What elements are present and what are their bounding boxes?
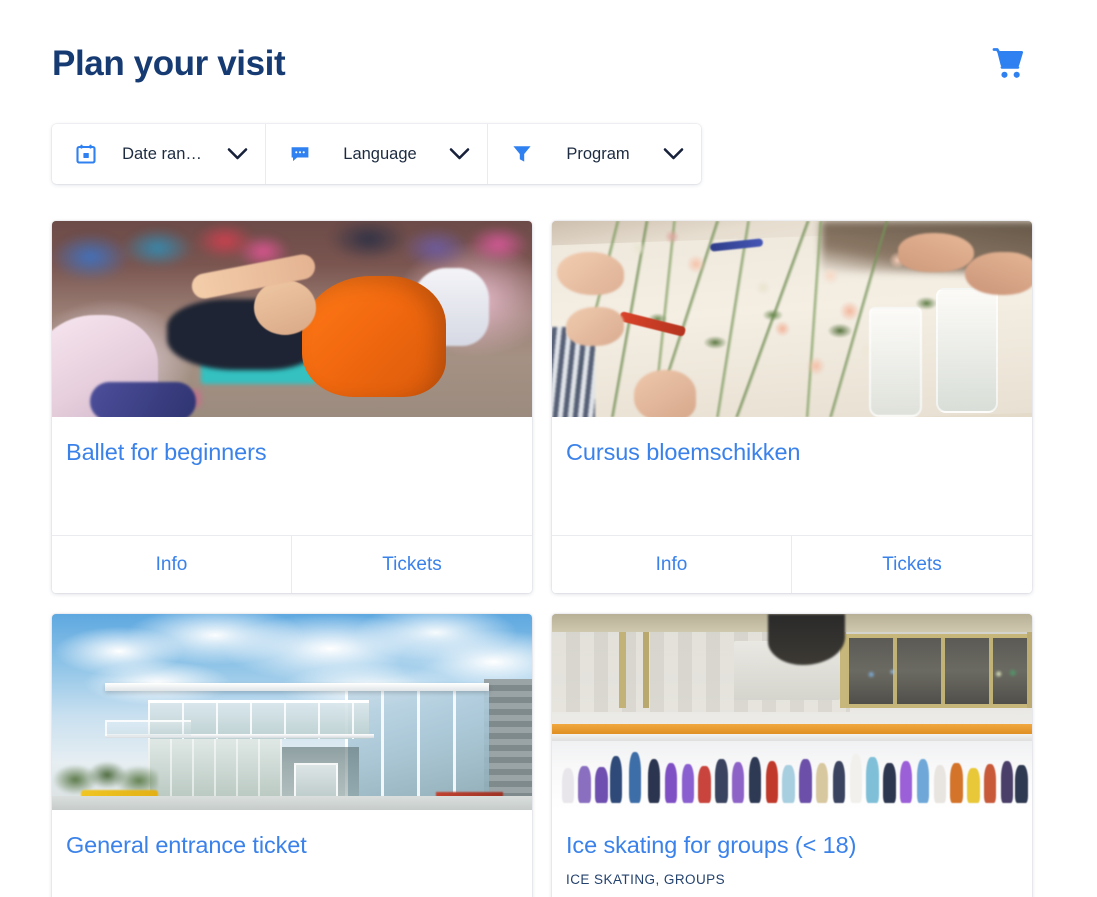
chevron-down-icon bbox=[226, 143, 248, 165]
shopping-cart-icon bbox=[992, 48, 1028, 80]
filter-program[interactable]: Program bbox=[488, 124, 701, 184]
filter-program-label: Program bbox=[566, 144, 630, 163]
shopping-cart-button[interactable] bbox=[987, 41, 1033, 87]
chevron-down-icon bbox=[448, 143, 470, 165]
activity-card-grid: Ballet for beginners Info Tickets Cursus… bbox=[52, 221, 1033, 897]
card-category-tags: ICE SKATING, GROUPS bbox=[566, 871, 726, 887]
card-title-link[interactable]: Cursus bloemschikken bbox=[566, 439, 1018, 467]
activity-card: Cursus bloemschikken Info Tickets bbox=[552, 221, 1032, 593]
card-image-fitness-class bbox=[52, 221, 532, 417]
filter-language-label: Language bbox=[343, 144, 417, 163]
card-body: Cursus bloemschikken bbox=[552, 417, 1032, 535]
card-actions: Info Tickets bbox=[52, 535, 532, 593]
card-body: Ice skating for groups (< 18) ICE SKATIN… bbox=[552, 810, 1032, 897]
card-image-flower-workshop bbox=[552, 221, 1032, 417]
activity-card: Ice skating for groups (< 18) ICE SKATIN… bbox=[552, 614, 1032, 897]
filter-language[interactable]: Language bbox=[266, 124, 488, 184]
card-info-button[interactable]: Info bbox=[52, 536, 292, 593]
card-tickets-button[interactable]: Tickets bbox=[792, 536, 1032, 593]
card-image-building-exterior bbox=[52, 614, 532, 810]
card-image-ice-skating bbox=[552, 614, 1032, 810]
card-actions: Info Tickets bbox=[552, 535, 1032, 593]
filter-date-range-label: Date ran… bbox=[122, 144, 202, 163]
page-title: Plan your visit bbox=[52, 43, 286, 83]
card-title-link[interactable]: Ballet for beginners bbox=[66, 439, 518, 467]
filter-bar: Date ran… Language Program bbox=[52, 124, 701, 184]
speech-bubble-icon bbox=[288, 142, 312, 166]
card-title-link[interactable]: Ice skating for groups (< 18) bbox=[566, 832, 1018, 860]
card-info-button[interactable]: Info bbox=[552, 536, 792, 593]
activity-card: General entrance ticket bbox=[52, 614, 532, 897]
skaters-group bbox=[552, 716, 1032, 806]
card-tickets-button[interactable]: Tickets bbox=[292, 536, 532, 593]
filter-funnel-icon bbox=[510, 142, 534, 166]
card-body: Ballet for beginners bbox=[52, 417, 532, 535]
activity-card: Ballet for beginners Info Tickets bbox=[52, 221, 532, 593]
card-title-link[interactable]: General entrance ticket bbox=[66, 832, 518, 860]
calendar-icon bbox=[74, 142, 98, 166]
plan-your-visit-page: Plan your visit Date ran… Language Progr… bbox=[0, 0, 1097, 897]
page-header: Plan your visit bbox=[52, 34, 1033, 94]
card-body: General entrance ticket bbox=[52, 810, 532, 897]
filter-date-range[interactable]: Date ran… bbox=[52, 124, 266, 184]
chevron-down-icon bbox=[662, 143, 684, 165]
